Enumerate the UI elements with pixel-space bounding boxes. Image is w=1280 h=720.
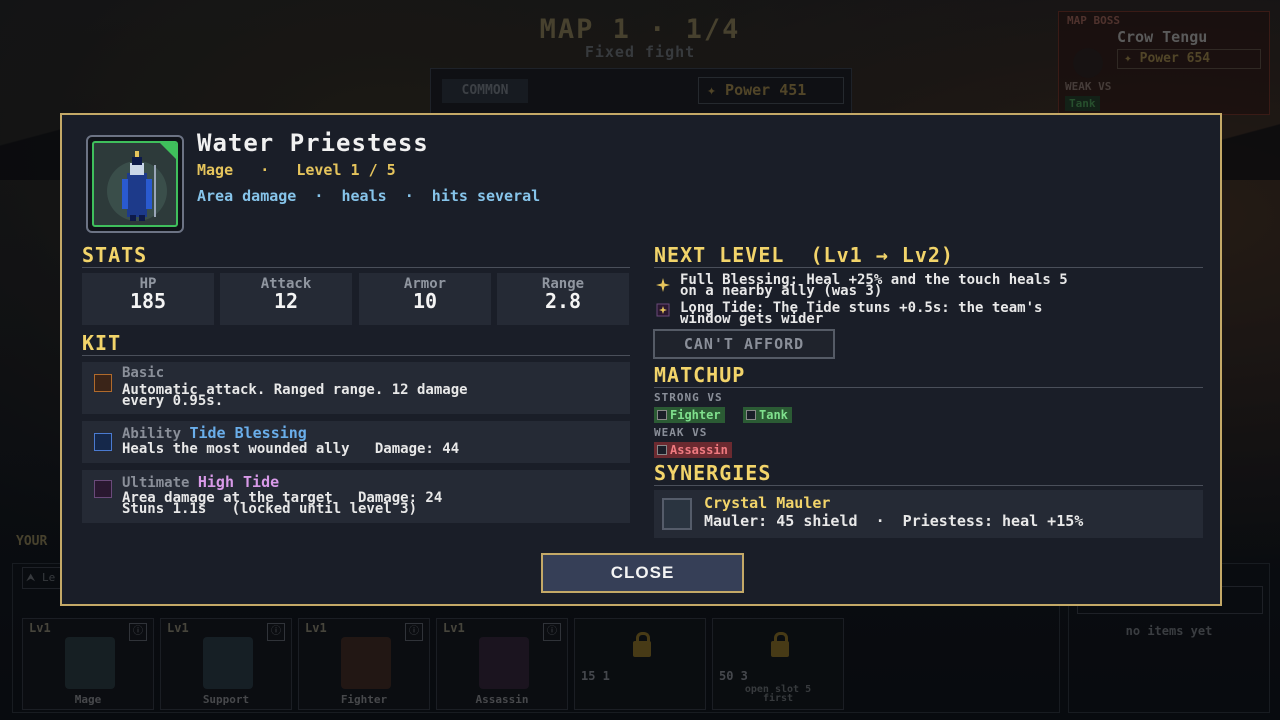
kit-ability-type: Ability Tide Blessing [122, 424, 307, 442]
kit-ultimate: Ultimate High Tide Area damage at the ta… [82, 470, 630, 523]
synergy-card: Crystal Mauler Mauler: 45 shield · Pries… [654, 490, 1203, 538]
unit-portrait [92, 141, 178, 227]
upgrade-long-tide: Long Tide: The Tide stuns +0.5s: the tea… [680, 300, 1043, 327]
tank-class-icon [746, 410, 756, 420]
kit-ability: Ability Tide Blessing Heals the most wou… [82, 421, 630, 463]
stat-hp: HP 185 [82, 273, 214, 325]
kit-ability-name: Tide Blessing [189, 424, 307, 442]
kit-basic: Basic Automatic attack. Ranged range. 12… [82, 362, 630, 414]
unit-portrait-frame [86, 135, 184, 233]
fighter-class-icon [657, 410, 667, 420]
strong-tag-tank-label: Tank [759, 408, 788, 422]
upgrade-full-blessing: Full Blessing: Heal +25% and the touch h… [680, 272, 1068, 299]
weak-tag-assassin: Assassin [654, 442, 732, 458]
stat-armor: Armor 10 [359, 273, 491, 325]
kit-basic-text: Automatic attack. Ranged range. 12 damag… [122, 382, 468, 409]
kit-ability-text: Heals the most wounded ally Damage: 44 [122, 441, 460, 457]
stat-value: 2.8 [544, 289, 582, 313]
kit-ult-name: High Tide [197, 473, 280, 491]
kit-basic-type: Basic [122, 365, 165, 381]
matchup-divider [654, 387, 1203, 388]
basic-attack-icon [94, 374, 112, 392]
matchup-title: MATCHUP [654, 363, 746, 387]
kit-ability-label: Ability [122, 426, 190, 442]
unit-detail-modal: Water Priestess Mage · Level 1 / 5 Area … [60, 113, 1222, 606]
stat-value: 185 [129, 289, 167, 313]
synergy-name: Crystal Mauler [704, 494, 831, 512]
sparkle-icon [656, 278, 670, 292]
stat-value: 10 [412, 289, 438, 313]
unit-name: Water Priestess [197, 129, 429, 157]
stat-value: 12 [273, 289, 299, 313]
unit-class-level: Mage · Level 1 / 5 [197, 161, 396, 179]
stats-divider [82, 267, 630, 268]
strong-tag-fighter: Fighter [654, 407, 725, 423]
strong-vs-label: STRONG VS [654, 391, 723, 404]
high-tide-icon [94, 480, 112, 498]
stat-attack: Attack 12 [220, 273, 352, 325]
kit-ult-text: Area damage at the target Damage: 24 Stu… [122, 490, 443, 517]
synergies-divider [654, 485, 1203, 486]
kit-divider [82, 355, 630, 356]
next-level-title: NEXT LEVEL (Lv1 → Lv2) [654, 243, 954, 267]
tide-upgrade-icon [656, 303, 670, 317]
synergy-desc: Mauler: 45 shield · Priestess: heal +15% [704, 512, 1084, 530]
weak-vs-label: WEAK VS [654, 426, 708, 439]
kit-title: KIT [82, 331, 122, 355]
synergies-title: SYNERGIES [654, 461, 772, 485]
stat-range: Range 2.8 [497, 273, 629, 325]
close-button[interactable]: CLOSE [541, 553, 744, 593]
crystal-mauler-icon [662, 498, 692, 530]
strong-tag-fighter-label: Fighter [670, 408, 721, 422]
unit-tags: Area damage · heals · hits several [197, 187, 541, 205]
tide-blessing-icon [94, 433, 112, 451]
stats-title: STATS [82, 243, 148, 267]
strong-tag-tank: Tank [743, 407, 792, 423]
weak-tag-assassin-label: Assassin [670, 443, 728, 457]
kit-ult-label: Ultimate [122, 475, 198, 491]
upgrade-button[interactable]: CAN'T AFFORD [653, 329, 835, 359]
next-level-divider [654, 267, 1203, 268]
kit-ult-type: Ultimate High Tide [122, 473, 279, 491]
rarity-corner [160, 143, 176, 159]
assassin-class-icon [657, 445, 667, 455]
